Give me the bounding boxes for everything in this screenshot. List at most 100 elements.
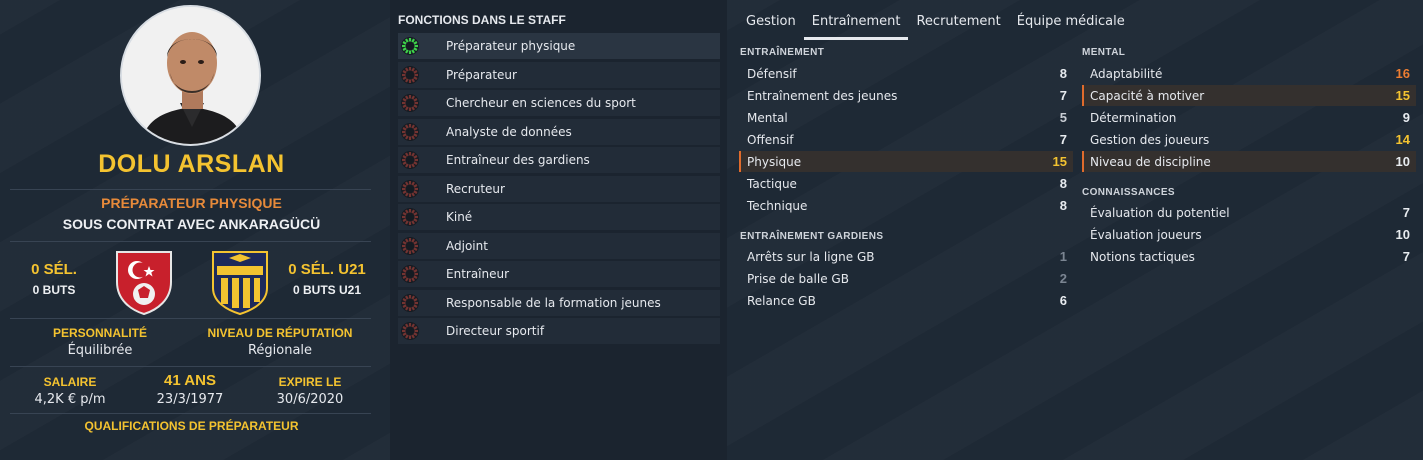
attribute-name: Détermination xyxy=(1090,110,1177,125)
attribute-row[interactable]: Évaluation joueurs 10 xyxy=(1082,224,1416,245)
attribute-value: 8 xyxy=(1059,66,1067,81)
attribute-name: Entraînement des jeunes xyxy=(747,88,898,103)
age-label: 41 ANS xyxy=(164,372,216,389)
attribute-value: 15 xyxy=(1395,88,1410,103)
attributes-panel: Gestion Entraînement Recrutement Équipe méd… xyxy=(729,0,1423,460)
function-label: Recruteur xyxy=(446,181,505,196)
rating-ring-icon xyxy=(400,93,420,113)
attribute-value: 10 xyxy=(1395,154,1410,169)
staff-name: DOLU ARSLAN xyxy=(98,150,285,178)
attribute-row[interactable]: Entraînement des jeunes 7 xyxy=(739,85,1073,106)
rating-ring-icon xyxy=(400,122,420,142)
attribute-row[interactable]: Tactique 8 xyxy=(739,173,1073,194)
birth-date: 23/3/1977 xyxy=(156,392,224,407)
attribute-row[interactable]: Physique 15 xyxy=(739,151,1073,172)
rating-ring-icon xyxy=(400,321,420,341)
function-label: Adjoint xyxy=(446,238,488,253)
tab-2[interactable]: Recrutement xyxy=(908,8,1008,40)
national-team-badge-icon[interactable] xyxy=(113,248,175,316)
divider xyxy=(10,241,371,242)
goals-u21-count: 0 BUTS U21 xyxy=(292,283,362,297)
attribute-name: Défensif xyxy=(747,66,797,81)
function-label: Préparateur xyxy=(446,67,517,82)
function-item[interactable]: Préparateur physique xyxy=(398,33,720,59)
contract-expiry-label: EXPIRE LE xyxy=(278,375,342,389)
attribute-row[interactable]: Détermination 9 xyxy=(1082,107,1416,128)
attribute-value: 7 xyxy=(1402,205,1410,220)
function-item[interactable]: Analyste de données xyxy=(398,118,720,145)
profile-panel: DOLU ARSLAN PRÉPARATEUR PHYSIQUE SOUS CO… xyxy=(0,0,383,460)
attribute-name: Technique xyxy=(747,198,808,213)
attribute-name: Tactique xyxy=(747,176,797,191)
function-item[interactable]: Préparateur xyxy=(398,61,720,88)
attribute-row[interactable]: Relance GB 6 xyxy=(739,290,1073,311)
reputation-value: Régionale xyxy=(247,343,313,358)
attribute-value: 8 xyxy=(1059,198,1067,213)
salary-value: 4,2K € p/m xyxy=(34,392,106,407)
attribute-row[interactable]: Offensif 7 xyxy=(739,129,1073,150)
caps-count: 0 SÉL. xyxy=(31,261,77,278)
attribute-row[interactable]: Arrêts sur la ligne GB 1 xyxy=(739,246,1073,267)
attribute-value: 5 xyxy=(1059,110,1067,125)
function-label: Entraîneur des gardiens xyxy=(446,153,590,167)
attribute-name: Évaluation du potentiel xyxy=(1090,205,1230,220)
attribute-row[interactable]: Mental 5 xyxy=(739,107,1073,128)
attribute-value: 16 xyxy=(1395,66,1410,81)
function-label: Kiné xyxy=(446,210,473,224)
attribute-row[interactable]: Défensif 8 xyxy=(739,63,1073,84)
rating-ring-icon xyxy=(400,293,420,313)
attribute-value: 2 xyxy=(1059,271,1067,286)
attribute-value: 14 xyxy=(1395,132,1410,147)
rating-ring-icon xyxy=(400,236,420,256)
attribute-value: 10 xyxy=(1395,227,1410,242)
section-title-knowledge: CONNAISSANCES xyxy=(1082,187,1175,198)
person-portrait-icon xyxy=(122,7,259,144)
attribute-row[interactable]: Notions tactiques 7 xyxy=(1082,246,1416,267)
function-item[interactable]: Chercheur en sciences du sport xyxy=(398,90,720,116)
attribute-name: Physique xyxy=(747,154,802,169)
attribute-row[interactable]: Capacité à motiver 15 xyxy=(1082,85,1416,106)
attribute-row[interactable]: Évaluation du potentiel 7 xyxy=(1082,202,1416,223)
qualifications-label[interactable]: QUALIFICATIONS DE PRÉPARATEUR xyxy=(0,419,383,433)
divider xyxy=(10,318,371,319)
attribute-row[interactable]: Prise de balle GB 2 xyxy=(739,268,1073,289)
caps-u21-count: 0 SÉL. U21 xyxy=(288,261,366,278)
club-badge-icon[interactable] xyxy=(209,248,271,316)
personality-label: PERSONNALITÉ xyxy=(52,326,147,340)
attribute-name: Évaluation joueurs xyxy=(1090,227,1202,242)
rating-ring-icon xyxy=(400,150,420,170)
attribute-value: 9 xyxy=(1402,110,1410,125)
attribute-name: Adaptabilité xyxy=(1090,66,1163,81)
tab-bar: Gestion Entraînement Recrutement Équipe méd… xyxy=(738,8,1133,40)
divider xyxy=(10,413,371,414)
attribute-value: 7 xyxy=(1059,88,1067,103)
staff-photo xyxy=(120,5,261,146)
section-title-mental: MENTAL xyxy=(1082,47,1126,58)
function-item[interactable]: Entraîneur xyxy=(398,261,720,287)
function-label: Entraîneur xyxy=(446,267,510,281)
function-item[interactable]: Kiné xyxy=(398,204,720,230)
tab-1[interactable]: Entraînement xyxy=(803,8,909,40)
tab-3[interactable]: Équipe médicale xyxy=(1009,8,1133,40)
rating-ring-icon xyxy=(400,179,420,199)
attribute-row[interactable]: Technique 8 xyxy=(739,195,1073,216)
rating-ring-icon xyxy=(400,207,420,227)
function-item[interactable]: Adjoint xyxy=(398,232,720,259)
function-item[interactable]: Directeur sportif xyxy=(398,318,720,344)
attribute-row[interactable]: Adaptabilité 16 xyxy=(1082,63,1416,84)
function-item[interactable]: Recruteur xyxy=(398,175,720,202)
section-title-gk-training: ENTRAÎNEMENT GARDIENS xyxy=(740,231,884,242)
functions-title: FONCTIONS DANS LE STAFF xyxy=(398,13,566,27)
function-label: Préparateur physique xyxy=(446,39,576,53)
attribute-row[interactable]: Gestion des joueurs 14 xyxy=(1082,129,1416,150)
function-item[interactable]: Responsable de la formation jeunes xyxy=(398,289,720,316)
staff-role: PRÉPARATEUR PHYSIQUE xyxy=(101,195,282,211)
attribute-name: Offensif xyxy=(747,132,794,147)
contract-status: SOUS CONTRAT AVEC ANKARAGÜCÜ xyxy=(62,216,321,232)
staff-functions-panel: FONCTIONS DANS LE STAFF Préparateur phys… xyxy=(390,0,727,460)
attribute-row[interactable]: Niveau de discipline 10 xyxy=(1082,151,1416,172)
goals-count: 0 BUTS xyxy=(32,283,76,297)
tab-0[interactable]: Gestion xyxy=(738,8,804,40)
function-item[interactable]: Entraîneur des gardiens xyxy=(398,147,720,173)
rating-ring-icon xyxy=(400,65,420,85)
